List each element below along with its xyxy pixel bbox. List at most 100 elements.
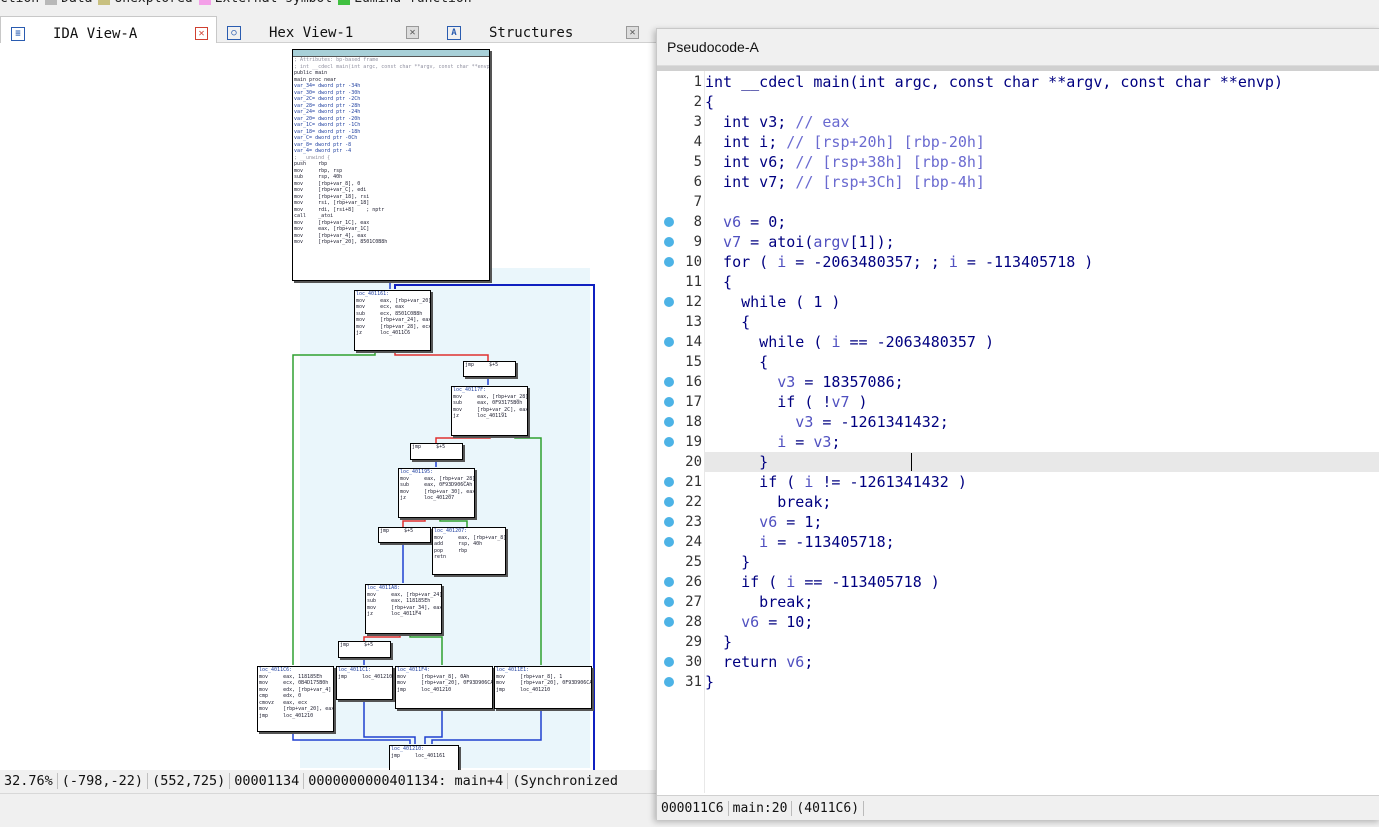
code-line[interactable]: while ( i == -2063480357 ) — [705, 332, 1379, 352]
code-line[interactable]: } — [705, 552, 1379, 572]
asm-line: jmp loc_401210 — [259, 712, 314, 719]
code-line[interactable]: v3 = 18357086; — [705, 372, 1379, 392]
code-line[interactable]: int i; // [rsp+20h] [rbp-20h] — [705, 132, 1379, 152]
code-token: == -2063480357 ) — [840, 333, 994, 351]
graph-block[interactable]: jmp $+5 — [410, 443, 463, 460]
block-lines: loc_401161: mov eax, [rbp+var_20] mov ecx,… — [355, 291, 430, 337]
close-icon[interactable]: ✕ — [406, 26, 419, 39]
breakpoint-dot-icon[interactable] — [664, 217, 674, 227]
code-line[interactable]: v6 = 0; — [705, 212, 1379, 232]
breakpoint-dot-icon[interactable] — [664, 237, 674, 247]
breakpoint-dot-icon[interactable] — [664, 677, 674, 687]
code-token: == -113405718 ) — [795, 573, 940, 591]
graph-block[interactable]: loc_4011E1: mov [rbp+var_8], 1 mov [rbp+va… — [494, 666, 592, 709]
asm-line: mov [rbp+var_20], 0F93D906CAh — [496, 680, 592, 686]
code-area[interactable]: int __cdecl main(int argc, const char **… — [705, 71, 1379, 793]
breakpoint-dot-icon[interactable] — [664, 617, 674, 627]
breakpoint-dot-icon[interactable] — [664, 397, 674, 407]
graph-block[interactable]: loc_401195: mov eax, [rbp+var_28] sub eax,… — [398, 468, 475, 518]
close-icon[interactable]: ✕ — [195, 27, 208, 40]
breakpoint-dot-icon[interactable] — [664, 517, 674, 527]
code-line[interactable]: if ( i != -1261341432 ) — [705, 472, 1379, 492]
breakpoint-dot-icon[interactable] — [664, 577, 674, 587]
address: 0000000000401134: main+4 — [304, 773, 509, 789]
code-line[interactable]: break; — [705, 592, 1379, 612]
code-line[interactable]: v6 = 1; — [705, 512, 1379, 532]
breakpoint-dot-icon[interactable] — [664, 377, 674, 387]
code-line[interactable]: i = -113405718; — [705, 532, 1379, 552]
breakpoint-dot-icon[interactable] — [664, 437, 674, 447]
code-token: } — [705, 453, 769, 471]
breakpoint-dot-icon[interactable] — [664, 657, 674, 667]
code-token: break; — [705, 493, 832, 511]
code-line[interactable]: { — [705, 352, 1379, 372]
graph-block[interactable]: loc_4011A8: mov eax, [rbp+var_24] sub eax,… — [365, 584, 442, 634]
breakpoint-dot-icon[interactable] — [664, 417, 674, 427]
code-line[interactable]: if ( i == -113405718 ) — [705, 572, 1379, 592]
line-number: 4 — [693, 134, 702, 150]
code-line[interactable]: return v6; — [705, 652, 1379, 672]
window-title[interactable]: Pseudocode-A — [657, 29, 1379, 66]
code-token: int v6; — [705, 153, 796, 171]
code-line[interactable] — [705, 192, 1379, 212]
breakpoint-dot-icon[interactable] — [664, 337, 674, 347]
breakpoint-dot-icon[interactable] — [664, 497, 674, 507]
output-panel-edge — [0, 793, 660, 827]
code-line[interactable]: } — [705, 452, 1379, 472]
code-line[interactable]: int __cdecl main(int argc, const char **… — [705, 72, 1379, 92]
breakpoint-dot-icon[interactable] — [664, 537, 674, 547]
code-line[interactable]: { — [705, 272, 1379, 292]
asm-line: jz loc_4011F4 — [367, 611, 422, 617]
code-comment: // [rsp+38h] [rbp-8h] — [795, 153, 985, 171]
code-token: ; — [831, 433, 841, 451]
code-line[interactable]: { — [705, 92, 1379, 112]
graph-block[interactable]: loc_401210: jmp loc_401161 — [389, 745, 459, 770]
code-line[interactable]: int v6; // [rsp+38h] [rbp-8h] — [705, 152, 1379, 172]
code-line[interactable]: i = v3; — [705, 432, 1379, 452]
graph-block[interactable]: loc_4011C6: mov eax, 118185Eh mov ecx, 0B4… — [257, 666, 334, 732]
pseudocode-window[interactable]: Pseudocode-A 1 2 3 4 5 6 7 8 9 10 11 12 13 14 15 16 17 18… — [656, 28, 1379, 820]
graph-block[interactable]: loc_401161: mov eax, [rbp+var_20] mov ecx,… — [354, 290, 431, 351]
code-line[interactable]: v6 = 10; — [705, 612, 1379, 632]
graph-block[interactable]: loc_401207: mov eax, [rbp+var_8] add rsp, … — [432, 527, 506, 575]
line-number: 30 — [685, 654, 702, 670]
code-line[interactable]: break; — [705, 492, 1379, 512]
code-token: ) — [849, 393, 868, 411]
code-variable: v6 — [705, 513, 778, 531]
code-line[interactable]: } — [705, 672, 1379, 692]
code-line[interactable]: int v3; // eax — [705, 112, 1379, 132]
code-line[interactable]: v7 = atoi(argv[1]); — [705, 232, 1379, 252]
asm-line: jmp loc_401210 — [397, 686, 452, 693]
asm-line: jmp $+5 — [340, 642, 374, 648]
block-lines: jmp $+5 — [464, 362, 515, 369]
code-line[interactable]: while ( 1 ) — [705, 292, 1379, 312]
asm-line: jmp $+5 — [412, 444, 446, 450]
block-lines: ; Attributes: bp-based frame; int __cdec… — [293, 57, 489, 246]
breakpoint-dot-icon[interactable] — [664, 477, 674, 487]
code-line[interactable]: { — [705, 312, 1379, 332]
graph-block[interactable]: jmp $+5 — [378, 527, 431, 543]
line-number: 26 — [685, 574, 702, 590]
code-line[interactable]: v3 = -1261341432; — [705, 412, 1379, 432]
breakpoint-dot-icon[interactable] — [664, 297, 674, 307]
graph-block[interactable]: loc_40117F: mov eax, [rbp+var_28] sub eax,… — [451, 386, 528, 436]
graph-block[interactable]: loc_4011C1: jmp loc_401210 — [336, 666, 393, 700]
graph-block[interactable]: jmp $+5 — [338, 641, 391, 658]
block-lines: loc_4011E1: mov [rbp+var_8], 1 mov [rbp+va… — [495, 667, 591, 693]
code-line[interactable]: int v7; // [rsp+3Ch] [rbp-4h] — [705, 172, 1379, 192]
ida-graph-view[interactable]: ; Attributes: bp-based frame; int __cdec… — [0, 43, 660, 770]
close-icon[interactable]: ✕ — [626, 26, 639, 39]
breakpoint-dot-icon[interactable] — [664, 257, 674, 267]
code-variable: v6 — [786, 653, 805, 671]
legend-row: ction Data Unexplored External symbol Lumin… — [0, 0, 472, 6]
line-gutter[interactable]: 1 2 3 4 5 6 7 8 9 10 11 12 13 14 15 16 17 18 19 20 21 22 23 24 2… — [657, 71, 705, 793]
breakpoint-dot-icon[interactable] — [664, 597, 674, 607]
code-token: = atoi( — [741, 233, 814, 251]
code-line[interactable]: if ( !v7 ) — [705, 392, 1379, 412]
graph-block[interactable]: jmp $+5 — [463, 361, 516, 377]
graph-block[interactable]: loc_4011F4: mov [rbp+var_8], 0Ah mov [rbp+… — [395, 666, 493, 709]
code-variable: argv — [813, 233, 850, 251]
code-line[interactable]: } — [705, 632, 1379, 652]
code-line[interactable]: for ( i = -2063480357; ; i = -113405718 … — [705, 252, 1379, 272]
main-entry-block[interactable]: ; Attributes: bp-based frame; int __cdec… — [292, 49, 490, 281]
